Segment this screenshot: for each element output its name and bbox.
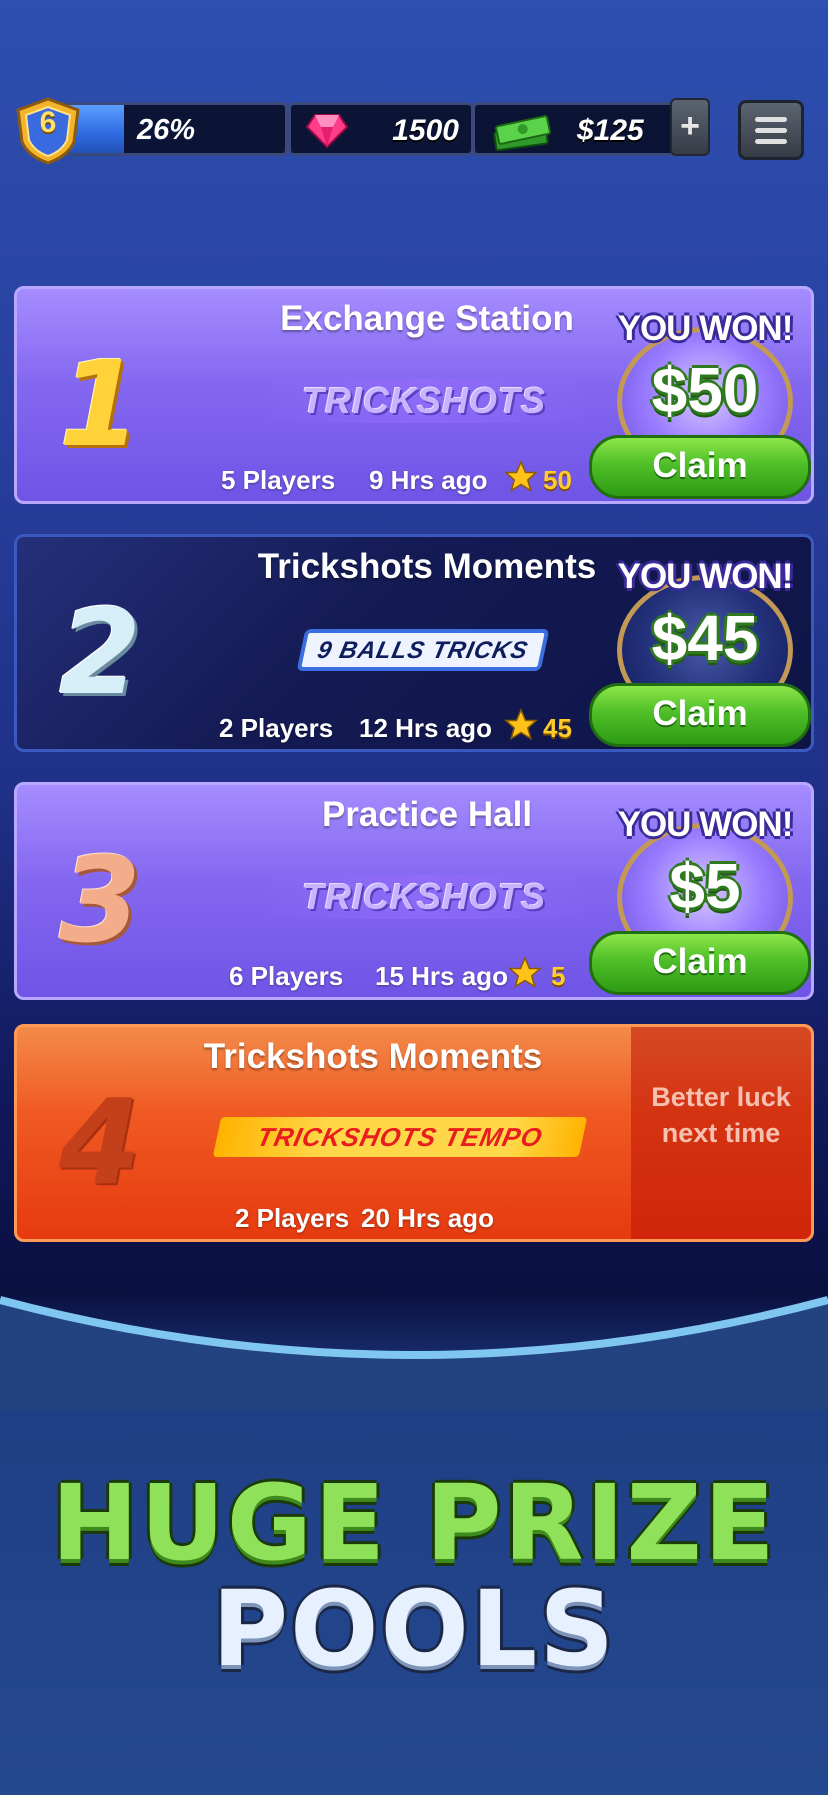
match-time: 12 Hrs ago (359, 713, 492, 743)
star-icon (504, 460, 538, 493)
star-reward: 45 (543, 713, 572, 743)
gem-amount: 1500 (392, 114, 459, 147)
level-progress-label: 26% (137, 114, 196, 146)
result-line-2: next time (661, 1118, 781, 1148)
match-title: Trickshots Moments (203, 1037, 543, 1076)
prize-amount: $45 (651, 602, 759, 674)
result-panel: Better luck next time (631, 1027, 811, 1239)
gem-icon (305, 114, 349, 149)
match-card-1[interactable]: 1 Exchange Station TRICKSHOTS 5 Players … (14, 286, 814, 504)
slogan-line-1: HUGE PRIZE (51, 1462, 777, 1584)
player-count: 2 Players (219, 713, 334, 743)
game-mode-logo: 9 BALLS TRICKS (296, 629, 550, 671)
match-time: 9 Hrs ago (369, 465, 488, 495)
result-line-1: Better luck (651, 1082, 791, 1112)
gem-counter[interactable]: 1500 (288, 102, 474, 156)
cash-stack-icon (493, 115, 551, 151)
level-badge[interactable]: 6 (12, 96, 84, 166)
prize-amount: $50 (651, 354, 759, 426)
game-mode-logo: TRICKSHOTS (261, 379, 587, 423)
result-label: YOU WON! (617, 805, 794, 844)
match-card-2[interactable]: 2 Trickshots Moments 9 BALLS TRICKS 2 Pl… (14, 534, 814, 752)
cash-amount: $125 (577, 114, 644, 147)
player-count: 6 Players (229, 961, 344, 991)
player-count: 2 Players (235, 1203, 350, 1233)
star-reward: 5 (551, 961, 566, 991)
star-icon (504, 708, 538, 741)
match-card-4[interactable]: 4 Trickshots Moments TRICKSHOTS TEMPO 2 … (14, 1024, 814, 1242)
level-number: 6 (39, 106, 57, 139)
claim-button[interactable]: Claim (589, 683, 811, 747)
match-time: 20 Hrs ago (361, 1203, 494, 1233)
divider-arc (0, 1296, 828, 1410)
game-mode-logo: TRICKSHOTS TEMPO (212, 1117, 588, 1157)
result-label: YOU WON! (617, 309, 794, 348)
claim-button[interactable]: Claim (589, 931, 811, 995)
claim-button[interactable]: Claim (589, 435, 811, 499)
star-icon (508, 956, 542, 989)
player-count: 5 Players (221, 465, 336, 495)
menu-button[interactable] (738, 100, 804, 160)
level-progress-bar[interactable]: 26% (64, 102, 288, 156)
rank-number: 4 (58, 1073, 142, 1211)
game-mode-logo: TRICKSHOTS (261, 875, 587, 919)
rank-number: 1 (58, 335, 142, 473)
match-card-3[interactable]: 3 Practice Hall TRICKSHOTS 6 Players 15 … (14, 782, 814, 1000)
star-reward: 50 (543, 465, 572, 495)
slogan-line-2: POOLS (211, 1568, 617, 1690)
menu-icon (755, 117, 787, 122)
prize-amount: $5 (669, 850, 741, 922)
top-hud: 26% 6 1500 $125 + (12, 96, 816, 166)
rank-number: 2 (58, 583, 142, 721)
result-label: YOU WON! (617, 557, 794, 596)
result-label: Better luck next time (631, 1079, 811, 1151)
add-cash-button[interactable]: + (670, 98, 710, 156)
rank-number: 3 (58, 831, 142, 969)
match-time: 15 Hrs ago (375, 961, 508, 991)
